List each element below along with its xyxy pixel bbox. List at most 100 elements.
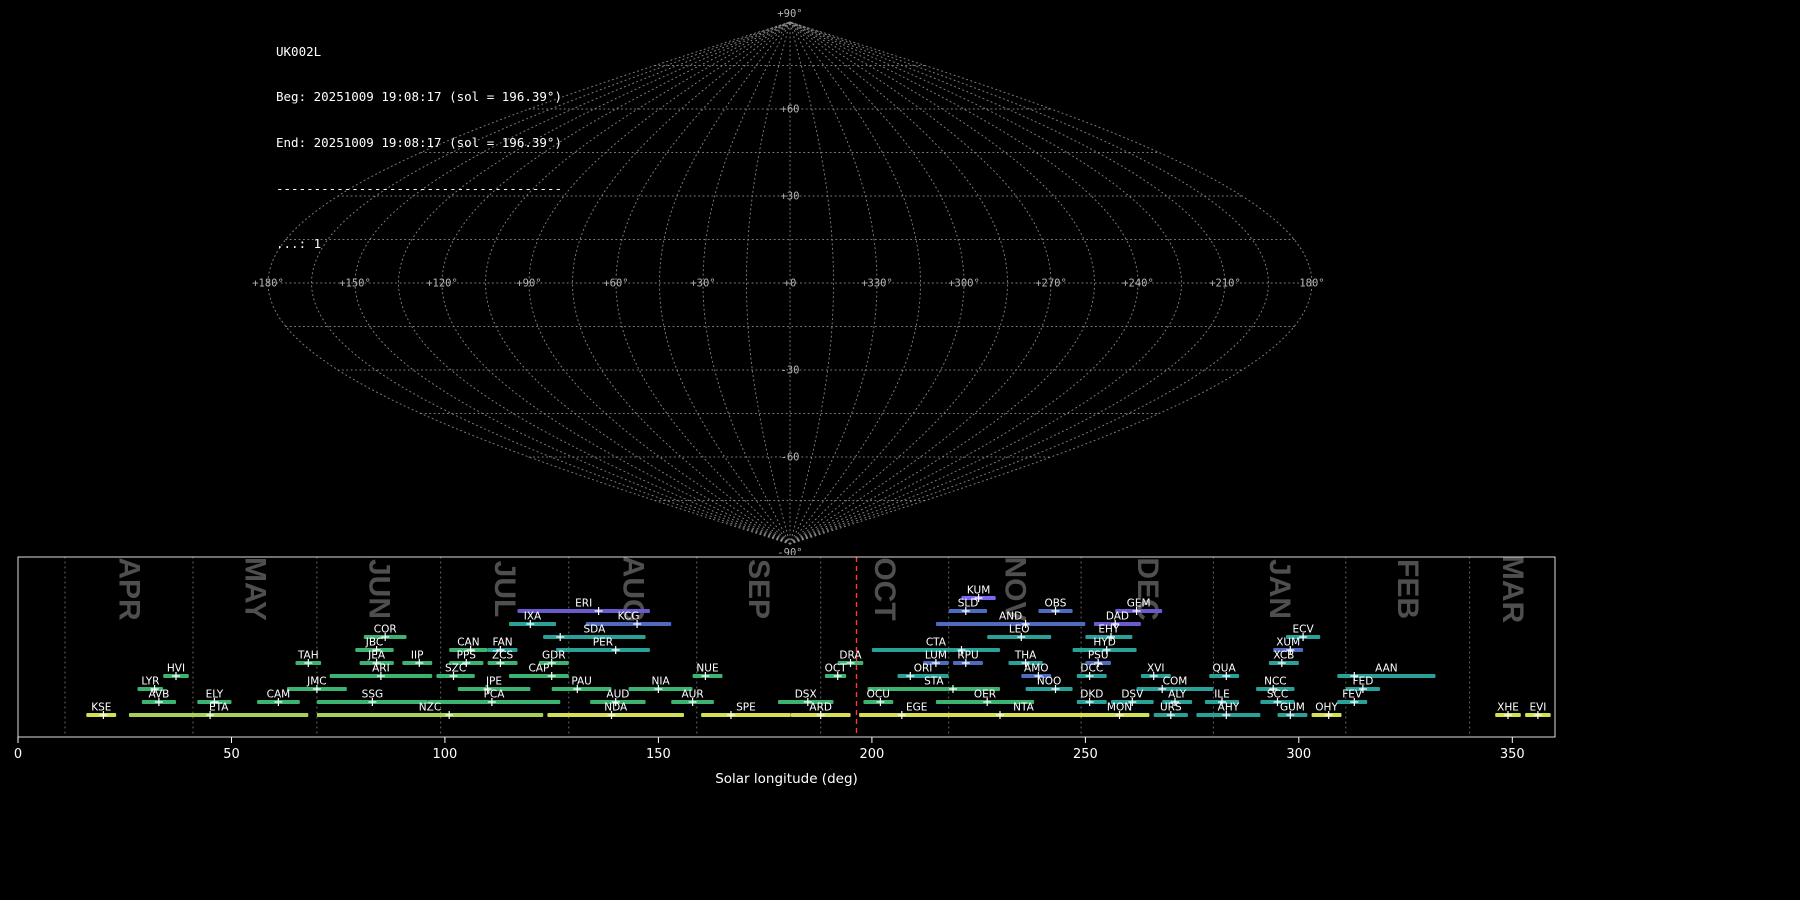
shower-code-label: OCT xyxy=(825,663,848,675)
longitude-label: +270° xyxy=(1035,278,1067,290)
shower-code-label: TAH xyxy=(297,650,319,662)
shower-qua: QUA xyxy=(1209,663,1240,680)
longitude-label: +300° xyxy=(948,278,980,290)
shower-code-label: COR xyxy=(374,624,397,636)
shower-code-label: GUM xyxy=(1280,702,1305,714)
shower-code-label: CTA xyxy=(926,637,947,649)
longitude-label: +330° xyxy=(861,278,893,290)
shower-code-label: NCC xyxy=(1264,676,1287,688)
begin-time-line: Beg: 20251009 19:08:17 (sol = 196.39°) xyxy=(276,89,562,105)
peak-marker xyxy=(996,711,1004,719)
shower-pau: PAU xyxy=(551,676,612,693)
x-tick-label: 100 xyxy=(432,747,457,762)
shower-code-label: ORI xyxy=(914,663,933,675)
shower-code-label: HVI xyxy=(167,663,185,675)
shower-code-label: URS xyxy=(1160,702,1182,714)
shower-code-label: IXA xyxy=(524,611,542,623)
activity-bar xyxy=(129,713,309,717)
shower-jmc: JMC xyxy=(287,676,347,693)
shower-code-label: NOO xyxy=(1037,676,1061,688)
activity-bar xyxy=(547,713,684,717)
shower-code-label: PCA xyxy=(484,689,506,701)
shower-code-label: AMO xyxy=(1024,663,1049,675)
shower-code-label: JMC xyxy=(306,676,327,688)
shower-code-label: LYR xyxy=(141,676,159,688)
shower-zcs: ZCS xyxy=(487,650,518,667)
activity-bar xyxy=(1025,687,1073,691)
x-tick-label: 50 xyxy=(223,747,240,762)
longitude-label: +30° xyxy=(690,278,715,290)
latitude-label: +90° xyxy=(777,8,802,20)
shower-code-label: EVI xyxy=(1529,702,1546,714)
shower-code-label: OCU xyxy=(867,689,890,701)
shower-code-label: SSG xyxy=(362,689,383,701)
shower-code-label: NDA xyxy=(604,702,628,714)
shower-szc: SZC xyxy=(436,663,475,680)
shower-code-label: KCG xyxy=(618,611,640,623)
shower-code-label: ELY xyxy=(206,689,224,701)
shower-spe: SPE xyxy=(701,702,791,719)
radiant-map: +90°+60+30-30-60-90°+180° +150° +120° +90° +… xyxy=(252,8,1324,555)
shower-eta: ETA xyxy=(129,702,309,719)
peak-marker xyxy=(727,711,735,719)
shower-code-label: MON xyxy=(1107,702,1132,714)
shower-cap: CAP xyxy=(509,663,569,680)
latitude-label: +60 xyxy=(781,104,800,116)
shower-code-label: AHY xyxy=(1218,702,1240,714)
shower-ohy: OHY xyxy=(1311,702,1342,719)
shower-ocu: OCU xyxy=(863,689,894,706)
shower-code-label: CAP xyxy=(528,663,549,675)
shower-code-label: JPE xyxy=(485,676,502,688)
shower-code-label: SCC xyxy=(1267,689,1288,701)
x-tick-label: 350 xyxy=(1500,747,1525,762)
shower-code-label: STA xyxy=(924,676,944,688)
shower-code-label: JBC xyxy=(365,637,383,649)
shower-code-label: OHY xyxy=(1315,702,1338,714)
shower-code-label: EGE xyxy=(906,702,927,714)
shower-code-label: NUE xyxy=(696,663,718,675)
shower-tah: TAH xyxy=(295,650,322,667)
shower-code-label: CAM xyxy=(267,689,291,701)
shower-code-label: XUM xyxy=(1276,637,1300,649)
shower-per: PER xyxy=(556,637,650,654)
shower-mon: MON xyxy=(1089,702,1150,719)
shower-oct: OCT xyxy=(825,663,848,680)
shower-nzc: NZC xyxy=(316,702,544,719)
shower-code-label: XHE xyxy=(1497,702,1519,714)
month-label: MAY xyxy=(239,557,272,621)
shower-code-label: ILE xyxy=(1214,689,1230,701)
shower-code-label: DSX xyxy=(795,689,817,701)
x-tick-label: 300 xyxy=(1286,747,1311,762)
shower-code-label: AUR xyxy=(682,689,704,701)
activity-bar xyxy=(556,648,650,652)
shower-obs: OBS xyxy=(1038,598,1073,615)
x-tick-label: 200 xyxy=(859,747,884,762)
shower-code-label: KSE xyxy=(91,702,111,714)
month-label: JAN xyxy=(1263,559,1296,619)
shower-code-label: FED xyxy=(1353,676,1374,688)
shower-code-label: OER xyxy=(974,689,996,701)
shower-code-label: PAU xyxy=(571,676,592,688)
shower-code-label: DKD xyxy=(1080,689,1103,701)
shower-ard: ARD xyxy=(790,702,851,719)
shower-code-label: NIA xyxy=(652,676,671,688)
shower-avb: AVB xyxy=(141,689,176,706)
shower-code-label: PSU xyxy=(1088,650,1109,662)
shower-code-label: AUD xyxy=(606,689,629,701)
shower-code-label: DAD xyxy=(1106,611,1129,623)
longitude-label: 180° xyxy=(1299,278,1324,290)
station-id: UK002L xyxy=(276,43,322,59)
shower-code-label: PPS xyxy=(457,650,477,662)
shower-dkd: DKD xyxy=(1076,689,1107,706)
longitude-label: +60° xyxy=(603,278,628,290)
activity-bar xyxy=(551,687,612,691)
shower-code-label: AAN xyxy=(1375,663,1398,675)
shower-code-label: IIP xyxy=(411,650,424,662)
shower-code-label: XCB xyxy=(1273,650,1294,662)
shower-code-label: XVI xyxy=(1147,663,1164,675)
shower-ssg: SSG xyxy=(316,689,428,706)
shower-hvi: HVI xyxy=(163,663,189,680)
month-label: OCT xyxy=(868,557,901,620)
x-tick-label: 250 xyxy=(1073,747,1098,762)
shower-xcb: XCB xyxy=(1268,650,1299,667)
